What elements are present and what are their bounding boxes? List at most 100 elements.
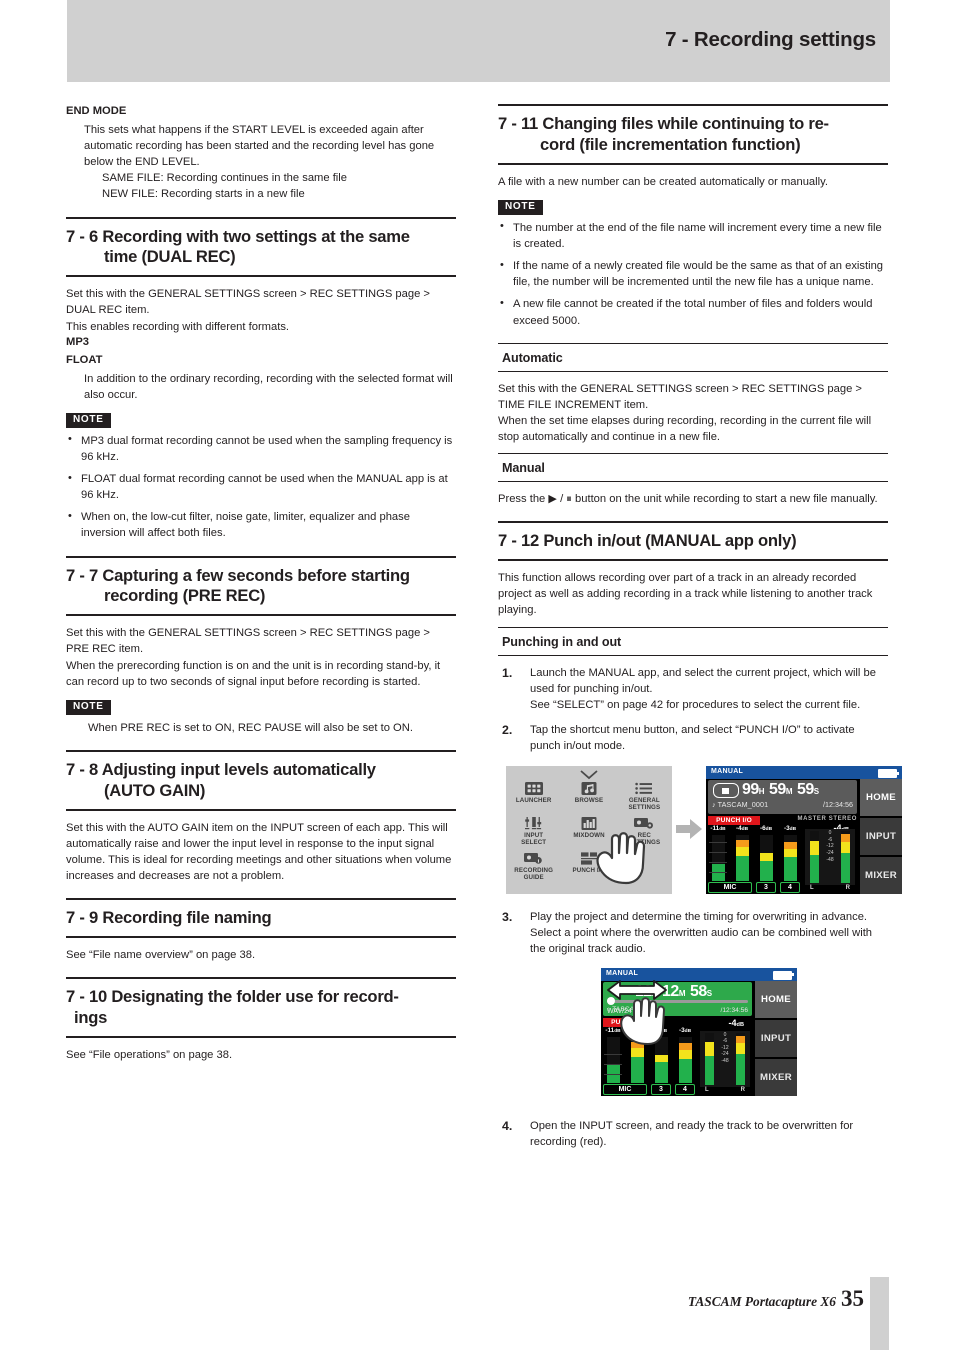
section-7-8-p1: Set this with the AUTO GAIN item on the …	[66, 821, 452, 883]
section-7-12: 7 - 12 Punch in/out (MANUAL app only) Th…	[498, 521, 902, 1150]
channel-meters: -11dB -4dB -6dB -3dB MIC 3 4	[708, 825, 801, 894]
manual-subsection-header: Manual	[498, 453, 888, 483]
channel-strip: -3dB	[675, 1027, 695, 1083]
device-total-time: /12:34:56	[823, 800, 853, 810]
section-7-7-heading: 7 - 7 Capturing a few seconds before sta…	[66, 558, 456, 617]
shortcut-item-browse[interactable]: BROWSE	[561, 780, 616, 812]
section-7-8-title-1: Adjusting input levels automatically	[101, 759, 376, 779]
section-7-7-number: 7 - 7	[66, 565, 98, 585]
dual-rec-option-float: FLOAT	[66, 353, 103, 366]
position-slider-knob[interactable]	[607, 997, 615, 1006]
section-7-6-p1: Set this with the GENERAL SETTINGS scree…	[66, 288, 430, 317]
device-time-display: 12H 12M 58S	[635, 983, 712, 1001]
time-minutes: 59	[769, 781, 786, 799]
section-7-12-heading: 7 - 12 Punch in/out (MANUAL app only)	[498, 523, 888, 562]
shortcut-item-input-select[interactable]: INPUT SELECT	[506, 815, 561, 847]
chevron-down-icon[interactable]	[580, 770, 598, 780]
browse-music-note-icon	[577, 780, 601, 797]
recording-guide-info-icon: i	[522, 850, 546, 867]
step-item: 4. Open the INPUT screen, and ready the …	[498, 1118, 888, 1150]
shortcut-item-launcher[interactable]: LAUNCHER	[506, 780, 561, 812]
section-7-8: 7 - 8 Adjusting input levels automatical…	[66, 749, 456, 884]
section-7-12-title-1: Punch in/out (MANUAL app only)	[543, 531, 797, 551]
end-mode-option-same: SAME FILE: Recording continues in the sa…	[102, 172, 347, 185]
device-time-box[interactable]: 12H 12M 58S ♪ TASCAM_0001 WAV/24 /12:34:…	[603, 981, 752, 1016]
shortcut-menu-overlay[interactable]: LAUNCHER BROWSE GENERAL SETTINGS INPUT S…	[506, 766, 672, 895]
device-screen-manual-drag: MANUAL 12H 12M 58S ♪ TASCAM_0001 WAV/24 …	[601, 967, 797, 1096]
section-7-7-p2: When the prerecording function is on and…	[66, 659, 441, 688]
footer-brand: TASCAM Portacapture X6	[687, 1294, 836, 1309]
section-7-11-title-2: cord (file incrementation function)	[540, 134, 801, 154]
time-minutes-unit: M	[785, 787, 793, 797]
section-7-8-heading: 7 - 8 Adjusting input levels automatical…	[66, 752, 456, 811]
time-minutes: 12	[662, 982, 679, 1000]
page-footer: TASCAM Portacapture X6 35	[688, 1286, 864, 1312]
shortcut-item-recording-guide[interactable]: i RECORDING GUIDE	[506, 850, 561, 882]
device-main-area: 99H 59M 59S ♪ TASCAM_0001 /12:34:56 PUNC…	[708, 780, 857, 894]
note-tag-pre-rec: NOTE	[66, 699, 111, 715]
channel-name-3[interactable]: 3	[756, 882, 776, 894]
time-seconds-unit: S	[706, 988, 713, 998]
shortcut-item-punch-io[interactable]: PUNCH I/O	[561, 850, 616, 882]
side-button-home[interactable]: HOME	[860, 779, 902, 817]
device-file-format: WAV/24	[607, 1007, 632, 1015]
section-7-6-p2: This enables recording with different fo…	[66, 320, 290, 333]
dual-rec-option-mp3: MP3	[66, 335, 90, 348]
position-slider-track[interactable]	[607, 999, 748, 1003]
master-meter-left	[810, 831, 819, 884]
level-meter	[678, 1036, 692, 1083]
step-text: Tap the shortcut menu button, and select…	[530, 723, 855, 753]
dual-rec-option-desc: In addition to the ordinary recording, r…	[84, 372, 453, 401]
note-tag-increment: NOTE	[498, 199, 543, 215]
shortcut-item-mixdown[interactable]: MIXDOWN	[561, 815, 616, 847]
channel-db: -6dB	[759, 825, 773, 833]
shortcut-label: PUNCH I/O	[572, 866, 606, 874]
device-main-area: 12H 12M 58S ♪ TASCAM_0001 WAV/24 /12:34:…	[603, 981, 752, 1095]
channel-name-3[interactable]: 3	[651, 1083, 671, 1095]
master-meter-right	[736, 1032, 745, 1085]
side-button-input[interactable]: INPUT	[755, 1019, 797, 1057]
time-seconds: 58	[689, 982, 707, 1000]
side-button-home[interactable]: HOME	[755, 980, 797, 1018]
channel-name-mic[interactable]: MIC	[708, 882, 752, 894]
channel-strip: -4dB	[732, 825, 752, 882]
section-7-8-number: 7 - 8	[66, 759, 98, 779]
level-meter	[604, 1036, 622, 1083]
channel-name-mic[interactable]: MIC	[603, 1083, 647, 1095]
automatic-heading: Automatic	[502, 350, 563, 365]
device-total-time: /12:34:56	[720, 1006, 749, 1014]
channel-db: -11dB	[605, 1026, 621, 1034]
manual-p1-before: Press the	[498, 493, 549, 506]
level-meter	[735, 835, 749, 882]
shortcut-item-general-settings[interactable]: GENERAL SETTINGS	[617, 780, 672, 812]
device-time-box: 99H 59M 59S ♪ TASCAM_0001 /12:34:56	[708, 780, 857, 815]
master-scale: 0 -6 -12 -24 -48	[826, 830, 834, 863]
section-7-6-heading: 7 - 6 Recording with two settings at the…	[66, 219, 456, 278]
time-minutes-unit: M	[678, 988, 686, 998]
shortcut-label: LAUNCHER	[515, 797, 552, 805]
channel-db: -4dB	[630, 1026, 644, 1034]
battery-full-icon	[878, 769, 899, 779]
mixdown-bars-icon	[577, 815, 601, 832]
shortcut-item-rec-settings[interactable]: REC SETTINGS	[617, 815, 672, 847]
level-meter	[630, 1036, 644, 1083]
section-7-12-number: 7 - 12	[498, 531, 539, 551]
shortcut-label: GENERAL SETTINGS	[628, 797, 661, 812]
side-button-input[interactable]: INPUT	[860, 818, 902, 856]
punch-steps-list-2: 3. Play the project and determine the ti…	[498, 909, 888, 957]
launcher-grid-icon	[522, 780, 546, 797]
note-tag-dual-rec: NOTE	[66, 412, 111, 428]
channel-name-4[interactable]: 4	[675, 1083, 695, 1095]
master-scale: 0 -6 -12 -24 -48	[721, 1031, 729, 1064]
section-7-11-number: 7 - 11	[498, 114, 539, 133]
side-button-mixer[interactable]: MIXER	[755, 1058, 797, 1096]
channel-db: -3dB	[678, 1026, 692, 1034]
master-meter-right	[841, 831, 850, 884]
shortcut-label: RECORDING GUIDE	[514, 866, 554, 881]
shortcut-label: REC SETTINGS	[628, 832, 661, 847]
section-7-9-heading: 7 - 9 Recording file naming	[66, 900, 456, 939]
channel-name-4[interactable]: 4	[780, 882, 800, 894]
device-time-display: 99H 59M 59S	[742, 781, 819, 799]
section-7-10: 7 - 10 Designating the folder use for re…	[66, 977, 456, 1063]
side-button-mixer[interactable]: MIXER	[860, 857, 902, 895]
